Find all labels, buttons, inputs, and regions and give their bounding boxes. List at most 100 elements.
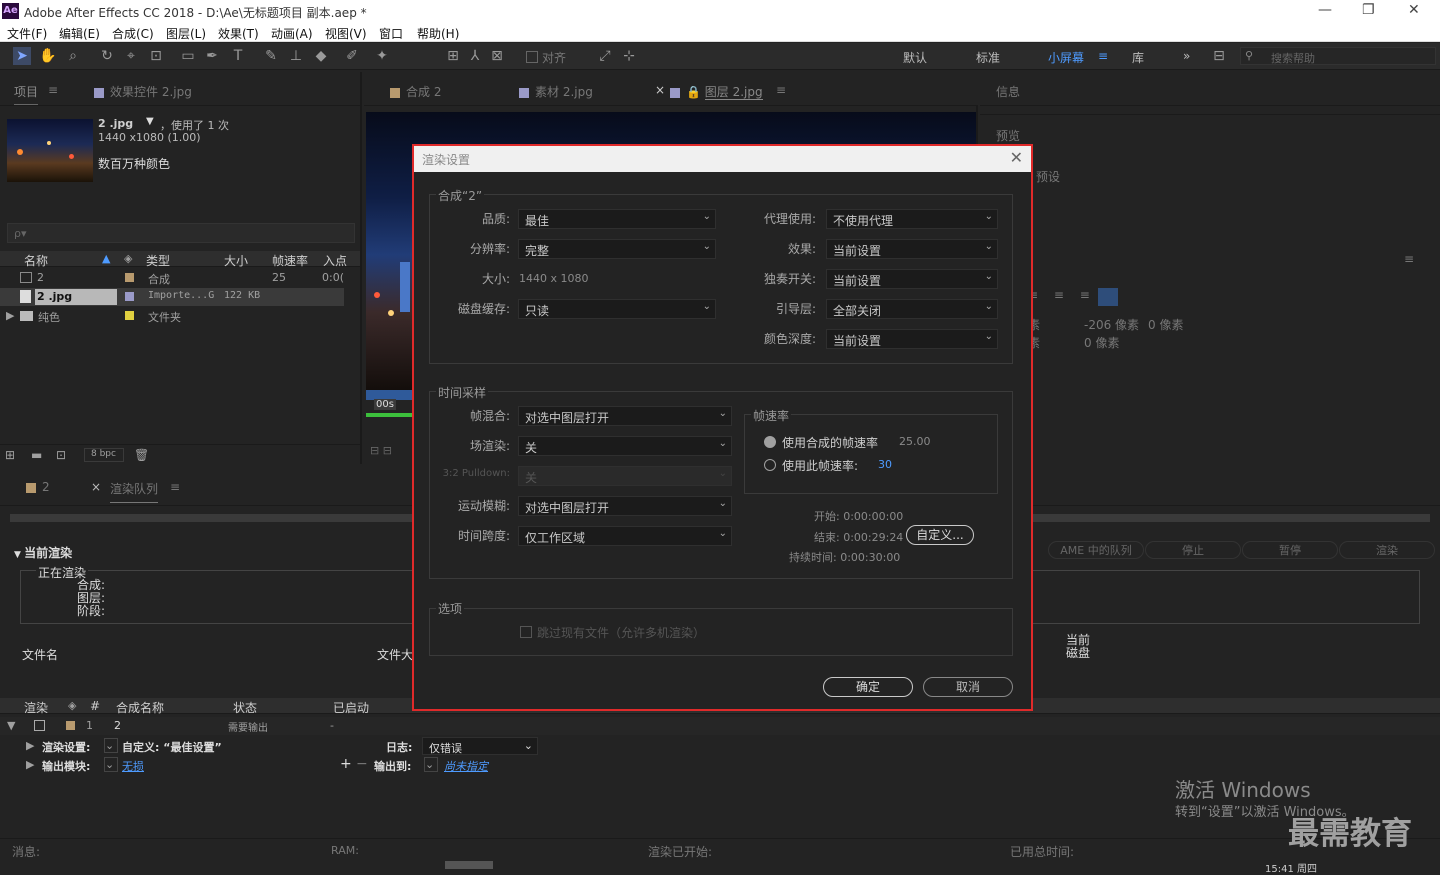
hand-tool-icon[interactable]: ✋ xyxy=(39,47,57,65)
justify-icon[interactable] xyxy=(1098,288,1118,306)
zoom-tool-icon[interactable]: ⌕ xyxy=(64,47,82,65)
fps-this-radio[interactable] xyxy=(764,459,776,471)
col-render[interactable]: 渲染 xyxy=(24,699,48,716)
restore-icon[interactable]: ❐ xyxy=(1362,2,1375,18)
tab-render-queue[interactable]: 渲染队列 xyxy=(110,480,159,503)
expand-arrow-icon[interactable]: ▶ xyxy=(6,309,14,322)
cancel-button[interactable]: 取消 xyxy=(923,677,1013,697)
fps-comp-radio[interactable] xyxy=(764,436,776,448)
pause-button[interactable]: 暂停 xyxy=(1242,541,1338,559)
remove-output-icon[interactable]: − xyxy=(356,756,368,772)
camera-tool-icon[interactable]: ⌖ xyxy=(122,47,140,65)
table-row[interactable]: 2 .jpg Importe...G 122 KB xyxy=(0,288,344,306)
rectangle-tool-icon[interactable]: ▭ xyxy=(179,47,197,65)
project-search-input[interactable]: ρ▾ xyxy=(7,223,355,243)
more-workspaces-icon[interactable]: » xyxy=(1183,49,1190,63)
sync-icon[interactable]: ⊟ xyxy=(1210,47,1228,65)
preview-title[interactable]: 预览 xyxy=(996,127,1020,144)
tab-comp[interactable]: 2 xyxy=(26,480,50,494)
ame-queue-button[interactable]: AME 中的队列 xyxy=(1048,541,1144,559)
time-span-dropdown[interactable]: 仅工作区域 ⌄ xyxy=(518,526,732,546)
col-started[interactable]: 已启动 xyxy=(333,699,369,716)
sort-asc-icon[interactable]: ▲ xyxy=(102,252,110,265)
skip-existing-checkbox[interactable] xyxy=(520,626,532,638)
pulldown-dropdown[interactable]: 关 ⌄ xyxy=(518,466,732,486)
viewer-menu-icon[interactable]: ≡ xyxy=(776,83,786,97)
workspace-default[interactable]: 默认 xyxy=(903,49,927,66)
viewer-footer-icons[interactable]: ⊟ ⊟ xyxy=(370,444,392,457)
col-name[interactable]: 名称 xyxy=(24,252,48,269)
tab-composition[interactable]: 合成 2 xyxy=(390,83,441,100)
output-to-value[interactable]: 尚未指定 xyxy=(444,758,488,774)
brush-tool-icon[interactable]: ✎ xyxy=(262,47,280,65)
eraser-tool-icon[interactable]: ◆ xyxy=(312,47,330,65)
stop-button[interactable]: 停止 xyxy=(1145,541,1241,559)
expand-settings-icon[interactable]: ▶ xyxy=(26,739,34,752)
world-axis-icon[interactable]: ⅄ xyxy=(466,47,484,65)
label-color[interactable] xyxy=(125,273,134,282)
col-in[interactable]: 入点 xyxy=(323,252,347,269)
close-tab-icon[interactable]: × xyxy=(655,83,665,97)
snap-option-icon[interactable]: ⤢ xyxy=(596,47,614,65)
disk-cache-dropdown[interactable]: 只读 ⌄ xyxy=(518,299,716,319)
close-icon[interactable]: ✕ xyxy=(1408,2,1420,18)
rq-menu-icon[interactable]: ≡ xyxy=(170,480,180,494)
usage-dropdown-icon[interactable]: ▼ xyxy=(146,116,154,127)
trash-icon[interactable]: 🗑 xyxy=(134,448,149,462)
expand-row-icon[interactable]: ▼ xyxy=(7,719,15,732)
snap-checkbox[interactable] xyxy=(526,51,538,63)
menu-view[interactable]: 视图(V) xyxy=(325,25,367,42)
settings-dropdown-icon[interactable]: ⌄ xyxy=(104,738,118,753)
menu-edit[interactable]: 编辑(E) xyxy=(59,25,100,42)
label-color[interactable] xyxy=(125,311,134,320)
puppet-pin-icon[interactable]: ✦ xyxy=(373,47,391,65)
proxy-dropdown[interactable]: 不使用代理 ⌄ xyxy=(826,209,998,229)
render-settings-value[interactable]: 自定义: “最佳设置” xyxy=(122,739,222,755)
workspace-library[interactable]: 库 xyxy=(1132,49,1144,66)
field-render-dropdown[interactable]: 关 ⌄ xyxy=(518,436,732,456)
rotate-tool-icon[interactable]: ↻ xyxy=(98,47,116,65)
info-title[interactable]: 信息 xyxy=(996,83,1020,100)
col-comp-name[interactable]: 合成名称 xyxy=(116,699,164,716)
tab-layer[interactable]: 🔒 图层 2.jpg xyxy=(670,83,763,100)
col-size[interactable]: 大小 xyxy=(224,252,248,269)
preset-title[interactable]: 预设 xyxy=(1036,168,1060,185)
table-row[interactable]: ▼ 1 2 需要输出 - xyxy=(0,717,1440,735)
output-to-dropdown-icon[interactable]: ⌄ xyxy=(424,757,438,772)
new-folder-icon[interactable]: ▬ xyxy=(31,448,42,462)
table-row[interactable]: ▶ 纯色 文件夹 xyxy=(0,307,360,325)
tab-effect-controls[interactable]: 效果控件 2.jpg xyxy=(94,83,192,100)
tab-project[interactable]: 项目 xyxy=(14,83,39,105)
menu-animation[interactable]: 动画(A) xyxy=(271,25,313,42)
tab-footage[interactable]: 素材 2.jpg xyxy=(519,83,593,100)
resolution-dropdown[interactable]: 完整 ⌄ xyxy=(518,239,716,259)
label-color[interactable] xyxy=(66,721,75,730)
roto-brush-icon[interactable]: ✐ xyxy=(343,47,361,65)
color-depth-dropdown[interactable]: 当前设置 ⌄ xyxy=(826,329,998,349)
col-type[interactable]: 类型 xyxy=(146,252,170,269)
ok-button[interactable]: 确定 xyxy=(823,677,913,697)
label-color[interactable] xyxy=(125,292,134,301)
fps-this-value[interactable]: 30 xyxy=(878,458,892,471)
output-module-value[interactable]: 无损 xyxy=(122,758,144,774)
bit-depth-button[interactable]: 8 bpc xyxy=(84,448,124,462)
add-output-icon[interactable]: + xyxy=(340,756,352,772)
menu-composition[interactable]: 合成(C) xyxy=(112,25,154,42)
menu-effect[interactable]: 效果(T) xyxy=(218,25,259,42)
new-composition-icon[interactable]: ⊡ xyxy=(56,448,66,462)
col-number[interactable]: # xyxy=(90,699,100,713)
frame-blend-dropdown[interactable]: 对选中图层打开 ⌄ xyxy=(518,406,732,426)
solo-dropdown[interactable]: 当前设置 ⌄ xyxy=(826,269,998,289)
custom-button[interactable]: 自定义... xyxy=(906,525,974,545)
workspace-menu-icon[interactable]: ≡ xyxy=(1098,49,1108,63)
interpret-footage-icon[interactable]: ⊞ xyxy=(5,448,15,462)
help-search-input[interactable]: ⚲ 搜索帮助 xyxy=(1240,47,1436,65)
workspace-small-screen[interactable]: 小屏幕 xyxy=(1048,49,1084,66)
effects-dropdown[interactable]: 当前设置 ⌄ xyxy=(826,239,998,259)
pan-behind-tool-icon[interactable]: ⊡ xyxy=(147,47,165,65)
render-button[interactable]: 渲染 xyxy=(1339,541,1435,559)
minimize-icon[interactable]: — xyxy=(1318,2,1332,18)
close-rq-tab-icon[interactable]: × xyxy=(91,480,101,494)
render-checkbox[interactable] xyxy=(34,720,45,731)
log-dropdown[interactable]: 仅错误 ⌄ xyxy=(422,737,538,755)
